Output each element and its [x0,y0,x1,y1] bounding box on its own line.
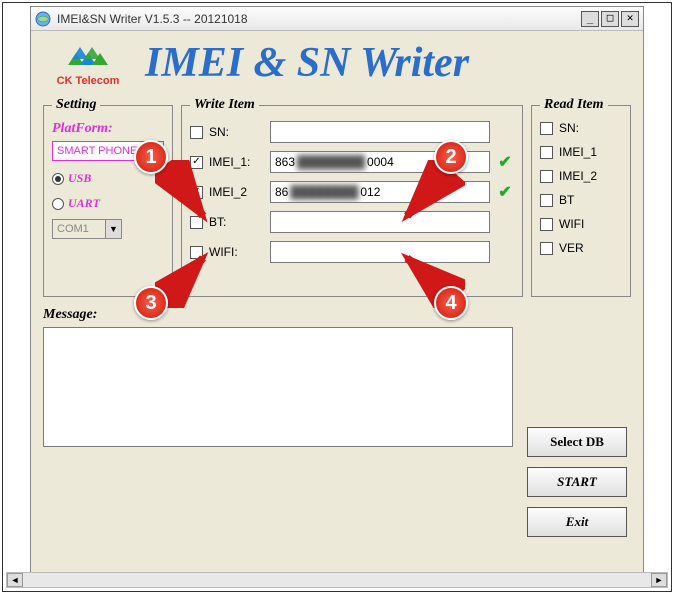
platform-label: PlatForm: [52,121,164,137]
horizontal-scrollbar[interactable]: ◄ ► [6,572,668,588]
imei2-label: IMEI_2 [209,185,264,199]
read-wifi-checkbox[interactable] [540,218,553,231]
maximize-button[interactable]: □ [601,11,619,27]
read-bt-checkbox[interactable] [540,194,553,207]
write-legend: Write Item [190,97,259,113]
read-ver-checkbox[interactable] [540,242,553,255]
select-db-button[interactable]: Select DB [527,427,627,457]
sn-label: SN: [209,125,264,139]
titlebar: IMEI&SN Writer V1.5.3 -- 20121018 _ □ ✕ [31,7,643,31]
uart-radio[interactable] [52,198,64,210]
check-icon: ✔ [496,152,514,172]
sn-input[interactable] [270,121,490,143]
app-title: IMEI & SN Writer [145,39,469,87]
usb-label: USB [68,171,91,186]
exit-button[interactable]: Exit [527,507,627,537]
app-icon [35,11,51,27]
wifi-input[interactable] [270,241,490,263]
sn-checkbox[interactable] [190,126,203,139]
uart-label: UART [68,196,100,211]
brand-text: CK Telecom [43,75,133,87]
message-label: Message: [43,307,631,323]
annotation-badge-3: 3 [134,286,168,320]
setting-panel: Setting PlatForm: SMART PHONE ▼ USB UART… [43,97,173,297]
read-sn-checkbox[interactable] [540,122,553,135]
window-title: IMEI&SN Writer V1.5.3 -- 20121018 [57,12,579,26]
chevron-down-icon: ▼ [105,220,121,238]
setting-legend: Setting [52,97,100,113]
scroll-left-icon[interactable]: ◄ [7,573,23,587]
imei2-input[interactable]: 86████████012 [270,181,490,203]
bt-input[interactable] [270,211,490,233]
wifi-checkbox[interactable] [190,246,203,259]
read-legend: Read Item [540,97,608,113]
wifi-label: WIFI: [209,245,264,259]
start-button[interactable]: START [527,467,627,497]
annotation-badge-4: 4 [434,286,468,320]
minimize-button[interactable]: _ [581,11,599,27]
imei1-label: IMEI_1: [209,155,264,169]
scroll-right-icon[interactable]: ► [651,573,667,587]
read-panel: Read Item SN: IMEI_1 IMEI_2 BT WIFI VER [531,97,631,297]
message-box[interactable] [43,327,513,447]
imei2-checkbox[interactable] [190,186,203,199]
write-panel: Write Item SN: IMEI_1: 863████████0004 ✔ [181,97,523,297]
annotation-badge-2: 2 [434,140,468,174]
annotation-badge-1: 1 [134,140,168,174]
bt-label: BT: [209,215,264,229]
platform-value: SMART PHONE [53,145,147,157]
imei1-checkbox[interactable] [190,156,203,169]
brand-logo: CK Telecom [43,39,133,87]
bt-checkbox[interactable] [190,216,203,229]
check-icon: ✔ [496,182,514,202]
read-imei1-checkbox[interactable] [540,146,553,159]
close-button[interactable]: ✕ [621,11,639,27]
com-value: COM1 [53,223,105,235]
com-select[interactable]: COM1 ▼ [52,219,122,239]
read-imei2-checkbox[interactable] [540,170,553,183]
usb-radio[interactable] [52,173,64,185]
app-window: IMEI&SN Writer V1.5.3 -- 20121018 _ □ ✕ … [30,6,644,576]
